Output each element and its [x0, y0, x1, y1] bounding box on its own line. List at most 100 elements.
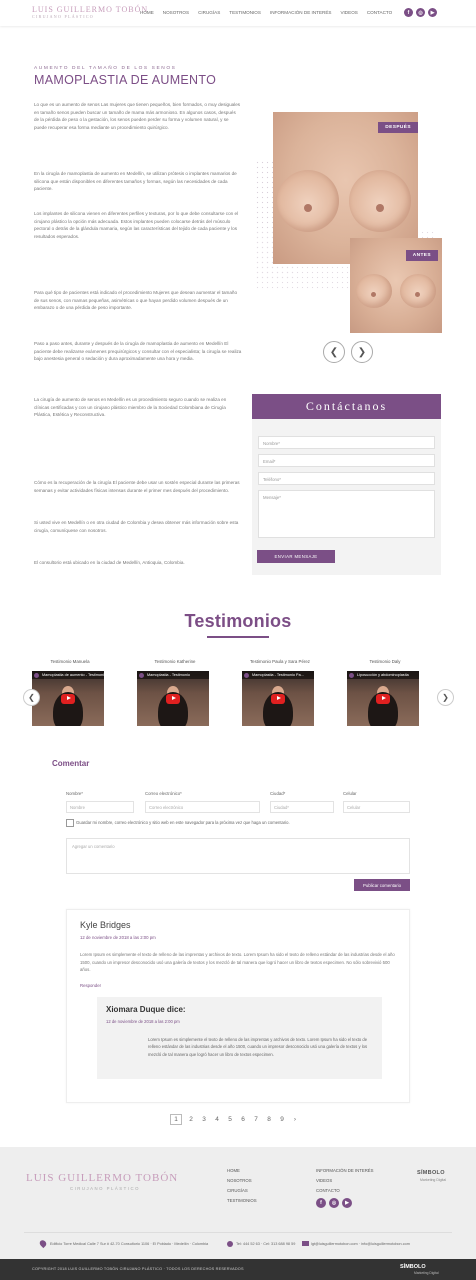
contact-name-field[interactable]: Nombre*	[258, 436, 435, 449]
page-link[interactable]: 6	[239, 1116, 247, 1123]
photo-shape	[371, 292, 376, 297]
reply-link[interactable]: Responder	[80, 983, 101, 988]
play-icon[interactable]	[271, 693, 285, 704]
comment-textarea[interactable]: Agregar un comentario	[66, 838, 410, 874]
comment-email-input[interactable]: Correo electrónico	[145, 801, 260, 813]
footer-logo[interactable]: LUIS GUILLERMO TOBÓN	[26, 1172, 178, 1184]
phone-label: Celular	[343, 791, 357, 796]
play-icon[interactable]	[376, 693, 390, 704]
page-link[interactable]: 5	[226, 1116, 234, 1123]
footer-link-contacto[interactable]: CONTACTO	[316, 1188, 340, 1193]
nav-nosotros[interactable]: NOSOTROS	[163, 10, 189, 15]
save-info-label: Guardar mi nombre, correo electrónico y …	[76, 820, 290, 825]
nav-cirugias[interactable]: CIRUGÍAS	[198, 10, 220, 15]
nav-home[interactable]: HOME	[140, 10, 154, 15]
page-link[interactable]: 2	[187, 1116, 195, 1123]
footer-divider	[24, 1232, 452, 1233]
article-paragraph: En la cirugía de mamoplastia de aumento …	[34, 171, 237, 192]
name-label: Nombre*	[66, 791, 83, 796]
video-title: Mamoplastia - Testimonio Pa...	[242, 671, 314, 679]
copyright-text: COPYRIGHT 2018 LUIS GUILLERMO TOBÓN CIRU…	[32, 1267, 244, 1271]
nav-contacto[interactable]: CONTACTO	[367, 10, 392, 15]
footer-link-cirugias[interactable]: CIRUGÍAS	[227, 1188, 248, 1193]
before-photo: ANTES	[350, 238, 442, 333]
agency-logo-bottom[interactable]: SÍMBOLO	[400, 1264, 426, 1270]
send-message-button[interactable]: ENVIAR MENSAJE	[257, 550, 335, 563]
reply-date[interactable]: 12 de noviembre de 2018 a las 2:00 pm	[106, 1019, 180, 1024]
city-label: Ciudad*	[270, 791, 286, 796]
page-link[interactable]: 7	[252, 1116, 260, 1123]
before-label: ANTES	[405, 250, 438, 261]
agency-logo[interactable]: SÍMBOLO	[417, 1170, 445, 1176]
save-info-checkbox[interactable]	[66, 819, 74, 827]
footer-link-informacion[interactable]: INFORMACIÓN DE INTERÉS	[316, 1168, 374, 1173]
comment-city-input[interactable]: Ciudad*	[270, 801, 334, 813]
footer-link-videos[interactable]: VIDEOS	[316, 1178, 332, 1183]
testimonials-prev-button[interactable]: ❮	[23, 689, 40, 706]
video-title: Liposucción y abdominoplastia	[347, 671, 419, 679]
footer-social-links: f ◎ ▶	[316, 1198, 352, 1208]
gallery-next-button[interactable]: ❯	[351, 341, 373, 363]
testimonial-video[interactable]: Mamoplastia de aumento - Testimonio	[32, 671, 104, 726]
footer-link-home[interactable]: HOME	[227, 1168, 240, 1173]
email-label: Correo electrónico*	[145, 791, 182, 796]
next-page-link[interactable]: ›	[291, 1116, 299, 1123]
article-paragraph: Los implantes de silicona vienen en dife…	[34, 211, 239, 239]
video-title: Mamoplastia de aumento - Testimonio	[32, 671, 104, 679]
page-link[interactable]: 3	[200, 1116, 208, 1123]
instagram-icon[interactable]: ◎	[329, 1198, 339, 1208]
youtube-icon[interactable]: ▶	[428, 8, 437, 17]
page-link[interactable]: 4	[213, 1116, 221, 1123]
contact-title: Contáctanos	[252, 394, 441, 419]
page-link[interactable]: 9	[278, 1116, 286, 1123]
agency-tagline-bottom: Marketing Digital	[414, 1271, 439, 1275]
gallery-prev-button[interactable]: ❮	[323, 341, 345, 363]
channel-avatar	[244, 672, 249, 678]
comment-date[interactable]: 12 de noviembre de 2018 a las 2:00 pm	[80, 935, 156, 940]
channel-avatar	[139, 672, 144, 678]
agency-tagline: Marketing Digital	[420, 1178, 447, 1182]
contact-phone-field[interactable]: Teléfono*	[258, 472, 435, 485]
footer-phone: Tel: 444 52 63 · Cel: 313 688 98 59	[236, 1242, 296, 1246]
play-icon[interactable]	[166, 693, 180, 704]
logo-subtitle: CIRUJANO PLÁSTICO	[32, 14, 94, 19]
header-social-links: f ◎ ▶	[404, 8, 437, 17]
nav-videos[interactable]: VIDEOS	[340, 10, 357, 15]
footer-link-testimonios[interactable]: TESTIMONIOS	[227, 1198, 257, 1203]
comment-phone-input[interactable]: Celular	[343, 801, 410, 813]
footer-email[interactable]: lgt@luisguillermotobon.com · info@luisgu…	[311, 1242, 451, 1246]
nav-informacion[interactable]: INFORMACIÓN DE INTERÉS	[270, 10, 332, 15]
testimonial-video[interactable]: Liposucción y abdominoplastia	[347, 671, 419, 726]
comment-author: Kyle Bridges	[80, 920, 131, 930]
title-underline	[207, 636, 269, 638]
page-title: MAMOPLASTIA DE AUMENTO	[34, 73, 217, 87]
page-link[interactable]: 8	[265, 1116, 273, 1123]
testimonials-next-button[interactable]: ❯	[437, 689, 454, 706]
photo-shape	[349, 170, 411, 232]
instagram-icon[interactable]: ◎	[416, 8, 425, 17]
comment-form-title: Comentar	[52, 759, 90, 768]
facebook-icon[interactable]: f	[404, 8, 413, 17]
photo-shape	[304, 204, 312, 212]
site-logo[interactable]: LUIS GUILLERMO TOBÓN CIRUJANO PLÁSTICO	[32, 6, 148, 20]
contact-message-field[interactable]: Mensaje*	[258, 490, 435, 538]
nav-testimonios[interactable]: TESTIMONIOS	[229, 10, 261, 15]
contact-email-field[interactable]: Email*	[258, 454, 435, 467]
publish-comment-button[interactable]: Publicar comentario	[354, 879, 410, 891]
play-icon[interactable]	[61, 693, 75, 704]
comment-name-input[interactable]: Nombre	[66, 801, 134, 813]
article-paragraph: Cómo es la recuperación de la cirugía El…	[34, 480, 240, 493]
footer-logo-subtitle: CIRUJANO PLÁSTICO	[70, 1186, 140, 1191]
testimonial-video[interactable]: Mamoplastia - Testimonio Pa...	[242, 671, 314, 726]
testimonial-video[interactable]: Mamoplastia - Testimonio	[137, 671, 209, 726]
article-paragraph: Paso a paso antes, durante y después de …	[34, 341, 242, 362]
youtube-icon[interactable]: ▶	[342, 1198, 352, 1208]
facebook-icon[interactable]: f	[316, 1198, 326, 1208]
article-paragraph: Si usted vive en Medellín o en otra ciud…	[34, 520, 239, 533]
footer-link-nosotros[interactable]: NOSOTROS	[227, 1178, 252, 1183]
article-paragraph: El consultorio está ubicado en la ciudad…	[34, 560, 185, 565]
page-link-current[interactable]: 1	[170, 1114, 182, 1125]
photo-shape	[415, 292, 420, 297]
article-paragraph: La cirugía de aumento de senos en Medell…	[34, 397, 227, 418]
comment-text: Lorem Ipsum es simplemente el texto de r…	[80, 952, 395, 973]
